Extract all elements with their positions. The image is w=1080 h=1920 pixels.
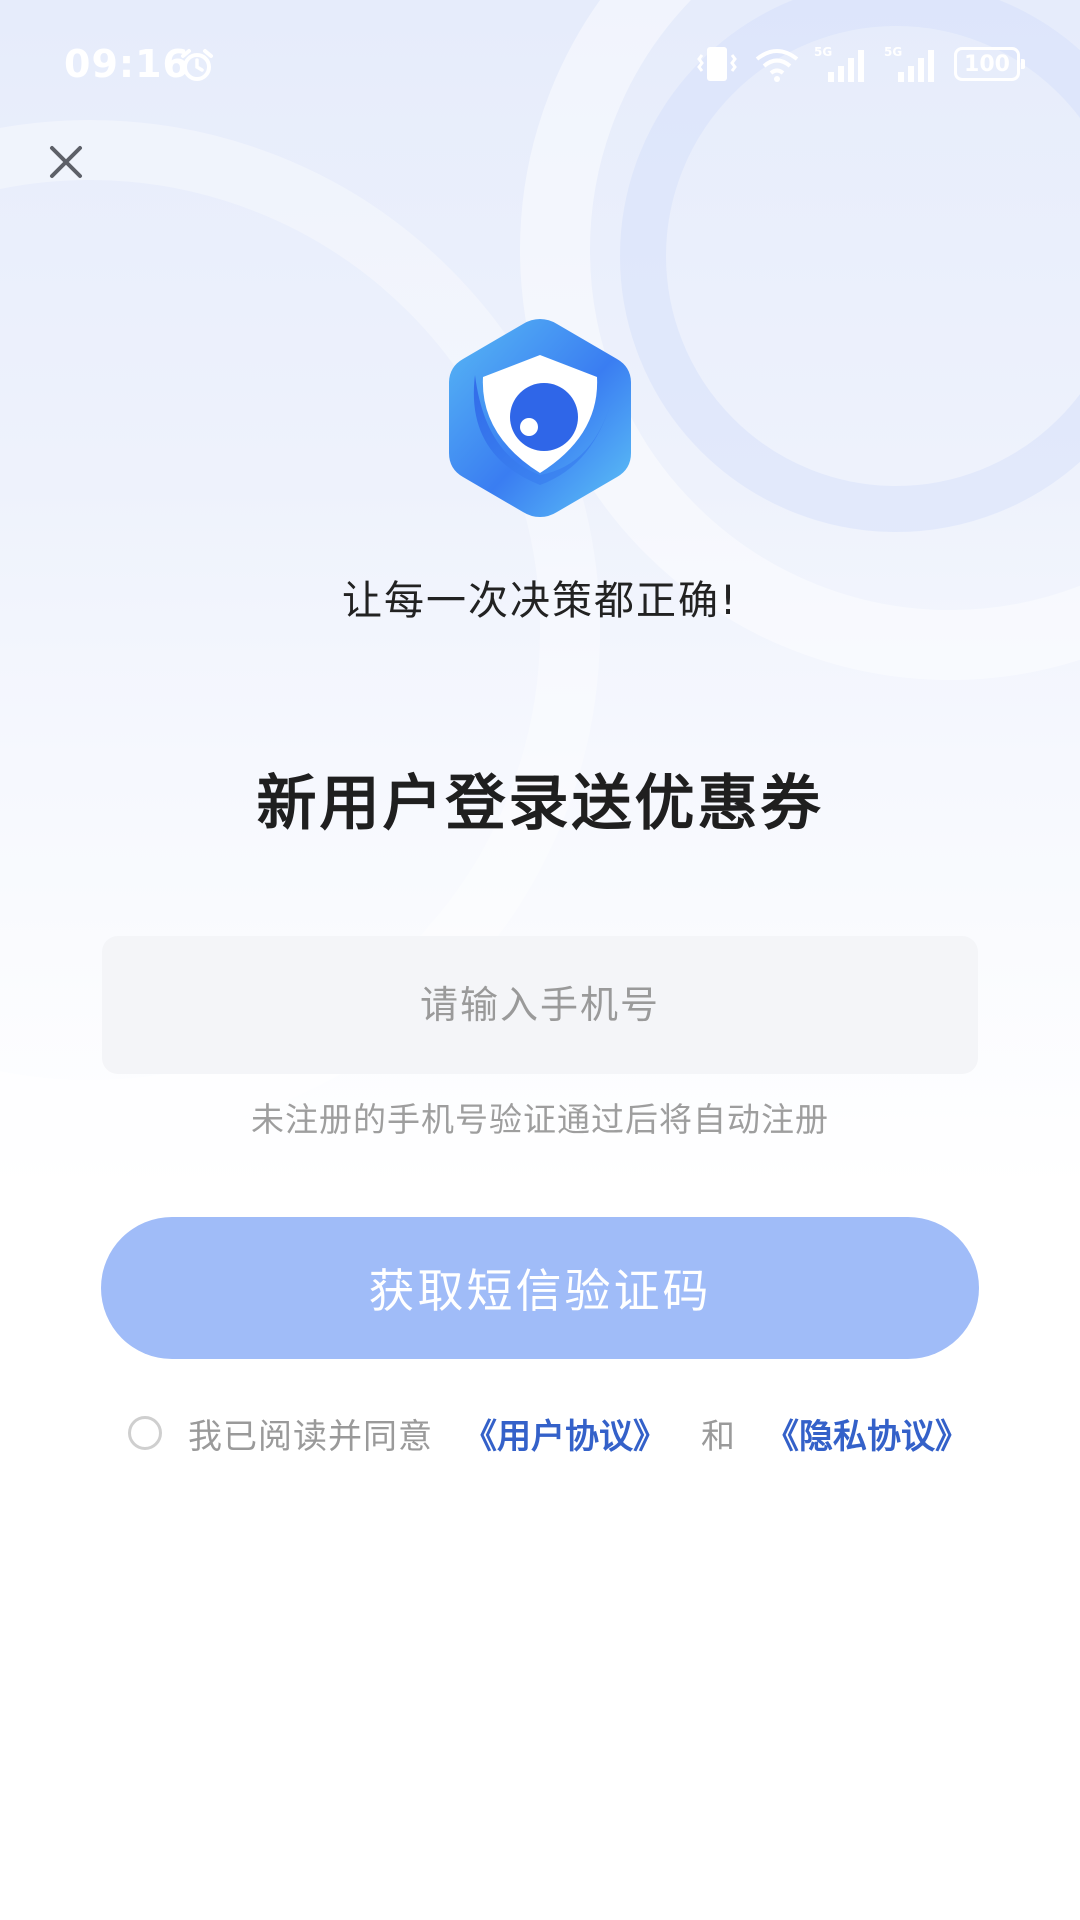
privacy-agreement-link[interactable]: 《隐私协议》 bbox=[765, 1409, 969, 1458]
agreement-prefix: 我已阅读并同意 bbox=[188, 1416, 433, 1457]
agreement-and: 和 bbox=[701, 1416, 735, 1457]
close-icon[interactable] bbox=[44, 140, 88, 184]
svg-text:5G: 5G bbox=[884, 45, 902, 59]
alarm-icon bbox=[181, 49, 213, 81]
agreement-row: 我已阅读并同意 《用户协议》 和 《隐私协议》 bbox=[128, 1408, 969, 1458]
phone-input[interactable] bbox=[102, 936, 978, 1074]
svg-text:5G: 5G bbox=[814, 45, 832, 59]
signal-icon: 5G bbox=[884, 45, 934, 82]
page-title: 新用户登录送优惠券 bbox=[256, 769, 824, 839]
status-icons: 5G 5G 100 bbox=[694, 44, 1025, 84]
register-hint: 未注册的手机号验证通过后将自动注册 bbox=[251, 1100, 829, 1139]
vibrate-icon bbox=[697, 47, 737, 81]
agree-checkbox[interactable] bbox=[128, 1416, 162, 1450]
slogan: 让每一次决策都正确! bbox=[341, 578, 739, 624]
signal-icon: 5G bbox=[814, 45, 864, 82]
get-sms-code-button[interactable]: 获取短信验证码 bbox=[101, 1217, 979, 1359]
eye-shield-logo bbox=[449, 319, 631, 517]
login-screen: 09:16 5G 5G 100 让每一次决策都正确! 新用户登录送优惠券 请输入… bbox=[0, 0, 1080, 1920]
status-time: 09:16 bbox=[64, 42, 190, 86]
battery-indicator: 100 bbox=[954, 47, 1025, 81]
battery-level: 100 bbox=[964, 51, 1010, 77]
status-bar: 09:16 5G 5G 100 bbox=[0, 0, 1080, 130]
user-agreement-link[interactable]: 《用户协议》 bbox=[463, 1409, 667, 1458]
wifi-icon bbox=[755, 49, 799, 82]
